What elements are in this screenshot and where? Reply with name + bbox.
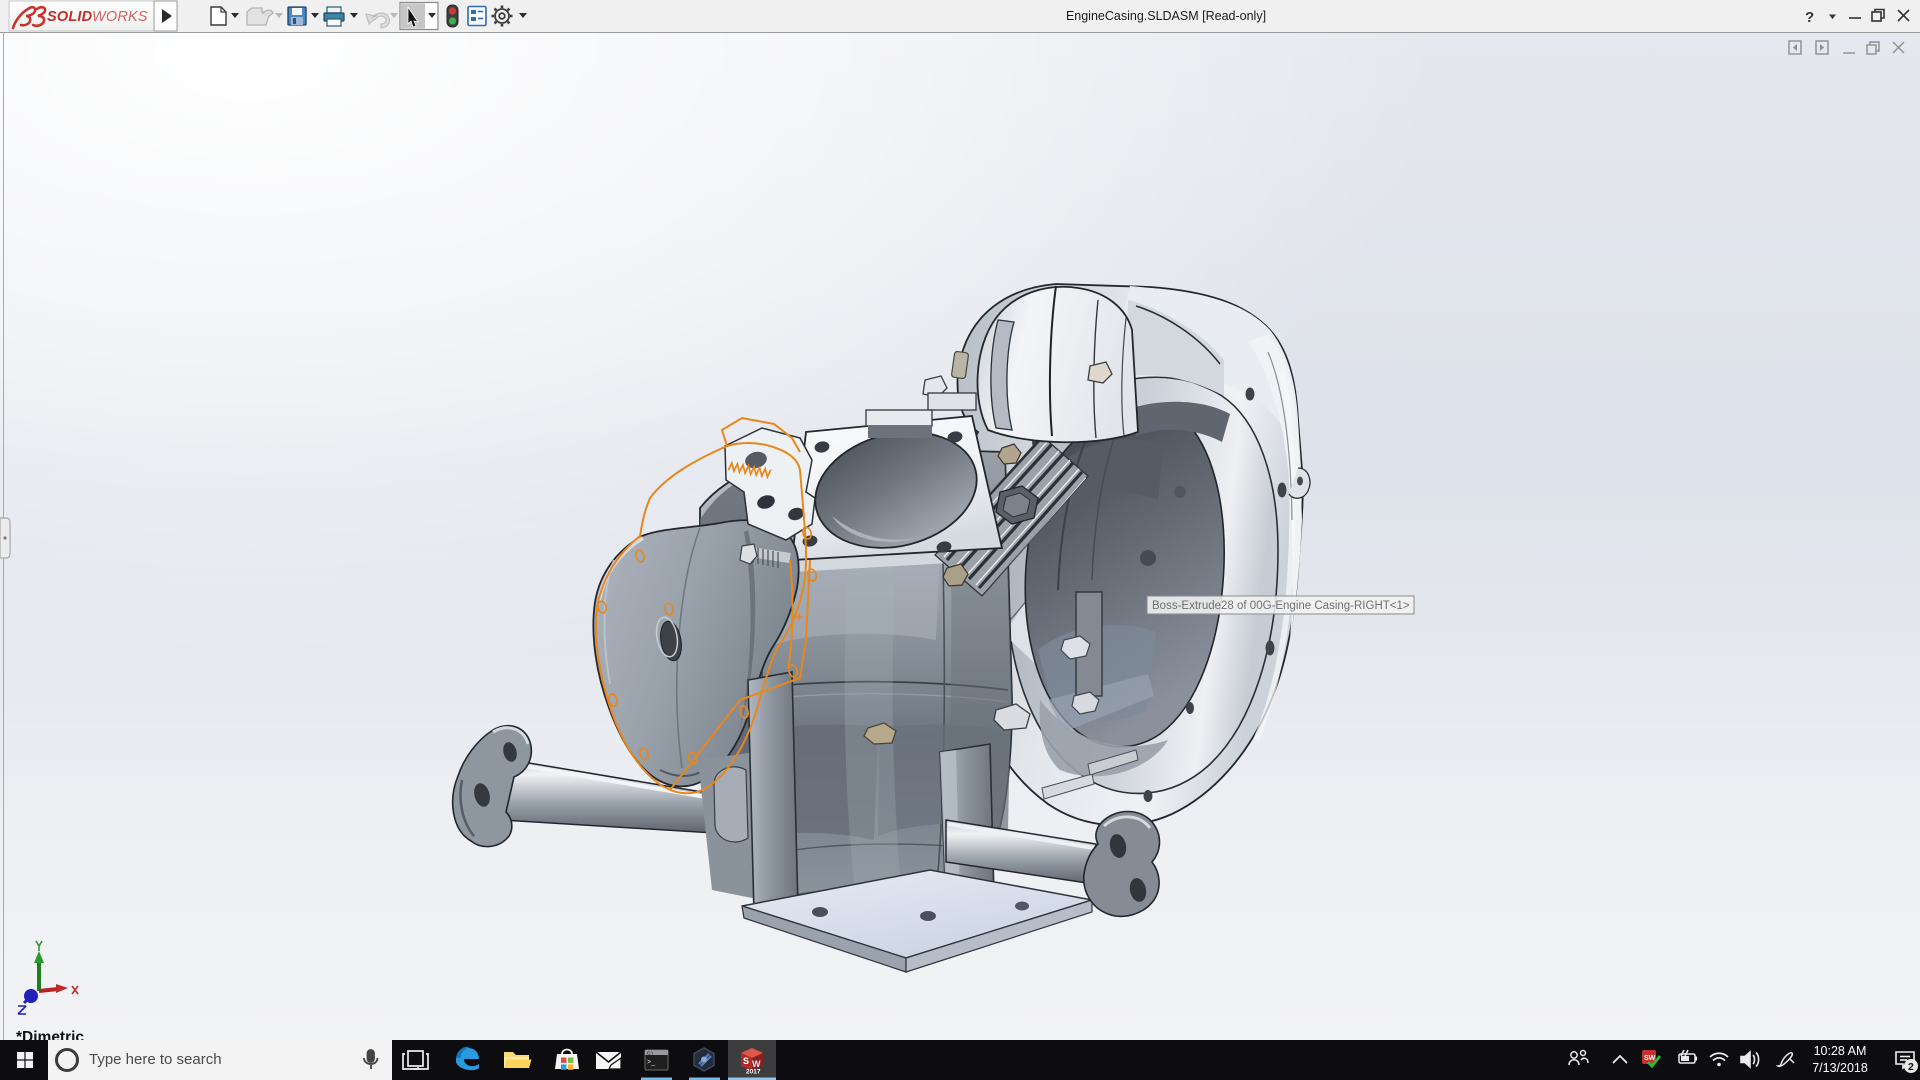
svg-text:2017: 2017: [746, 1069, 761, 1076]
svg-text:W: W: [752, 1059, 761, 1069]
svg-text:SW: SW: [1644, 1055, 1656, 1062]
svg-text:Boss-Extrude28 of 00G-Engine C: Boss-Extrude28 of 00G-Engine Casing-RIGH…: [1152, 600, 1410, 612]
svg-text:SOLID: SOLID: [47, 9, 93, 25]
svg-text:?: ?: [1805, 9, 1814, 26]
svg-text:>_: >_: [647, 1059, 655, 1066]
svg-text:WORKS: WORKS: [92, 9, 148, 25]
svg-text:C:\: C:\: [647, 1051, 654, 1056]
svg-text:2: 2: [1908, 1061, 1914, 1073]
svg-text:*Dimetric: *Dimetric: [16, 1029, 84, 1040]
svg-text:S: S: [743, 1056, 749, 1066]
